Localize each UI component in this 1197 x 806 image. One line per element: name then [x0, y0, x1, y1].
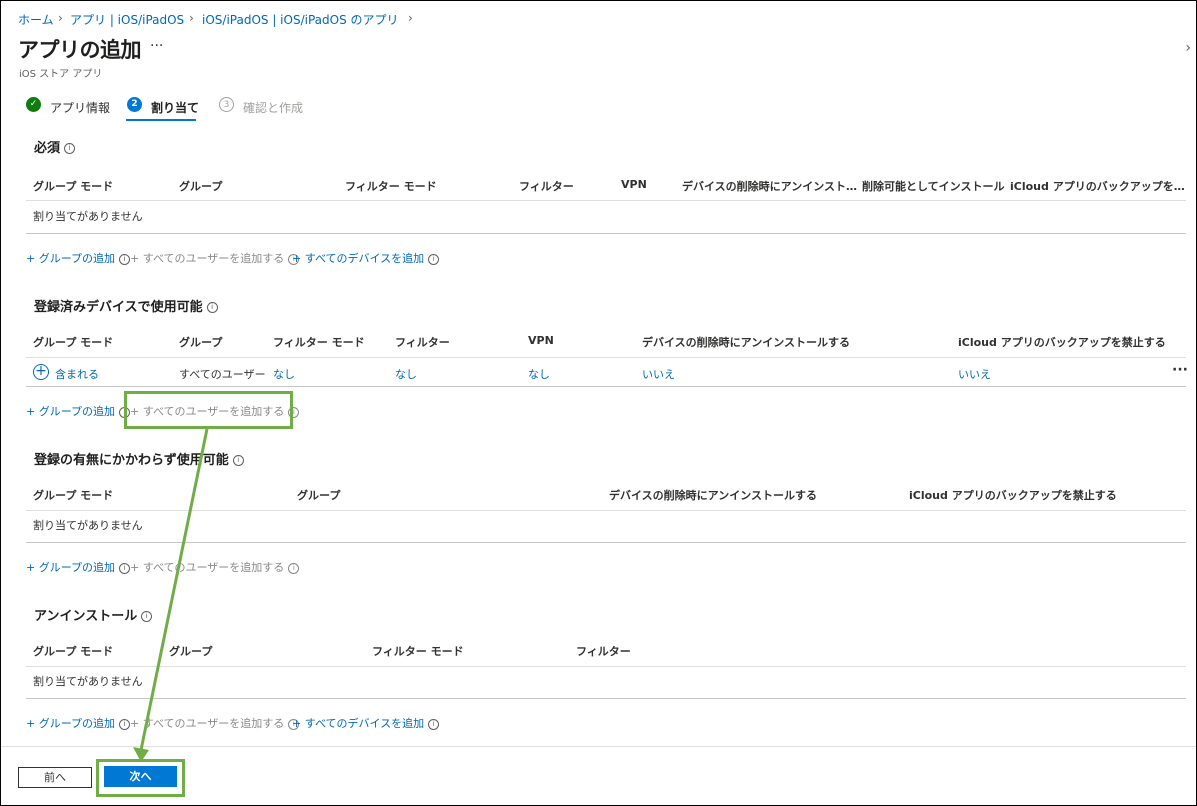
arrow-head — [133, 747, 149, 762]
arrow-line — [139, 428, 209, 751]
annotation-arrow — [133, 428, 209, 762]
